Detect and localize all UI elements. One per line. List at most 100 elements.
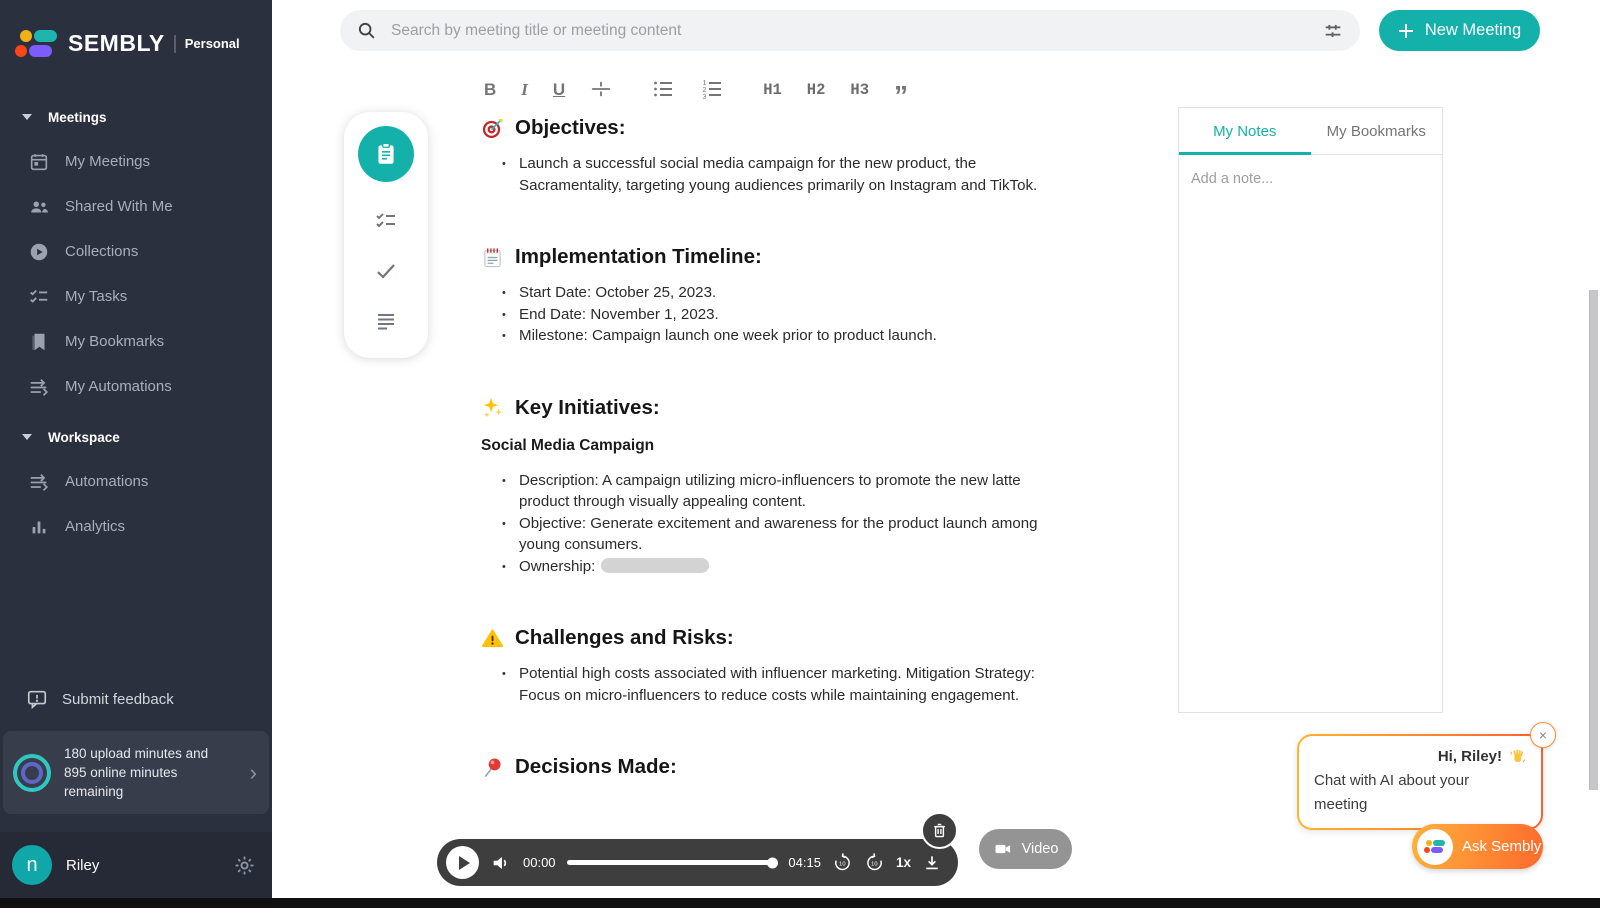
current-time: 00:00 — [523, 855, 556, 870]
submit-feedback-button[interactable]: Submit feedback — [0, 677, 272, 721]
transcript-view-button[interactable] — [374, 310, 398, 334]
assistant-chat-bubble: Hi, Riley! Chat with AI about your meeti… — [1297, 734, 1543, 830]
sidebar-section-workspace[interactable]: Workspace — [0, 415, 272, 459]
volume-icon — [490, 852, 512, 874]
volume-button[interactable] — [490, 852, 512, 874]
playback-speed-button[interactable]: 1x — [896, 855, 911, 870]
sidebar-item-collections[interactable]: Collections — [0, 229, 272, 274]
sidebar-item-analytics[interactable]: Analytics — [0, 504, 272, 549]
note-input-area[interactable]: Add a note... — [1179, 155, 1442, 712]
feedback-icon — [26, 688, 48, 710]
chevron-down-icon — [22, 114, 32, 120]
sidebar-item-my-bookmarks[interactable]: My Bookmarks — [0, 319, 272, 364]
user-account-row[interactable]: n Riley — [0, 832, 272, 898]
forward-10-button[interactable]: 10 — [864, 852, 885, 873]
bullet-item: End Date: November 1, 2023. — [519, 304, 1067, 326]
delete-recording-button[interactable] — [921, 812, 958, 849]
chevron-down-icon — [22, 434, 32, 440]
underline-button[interactable]: U — [553, 80, 565, 100]
tasks-view-button[interactable] — [374, 209, 398, 233]
heading1-button[interactable]: H1 — [763, 81, 782, 99]
bullet-item: Description: A campaign utilizing micro-… — [519, 470, 1067, 513]
numbered-list-button[interactable]: 123 — [700, 77, 724, 104]
bulleted-list-button[interactable] — [651, 77, 675, 104]
svg-text:2: 2 — [703, 87, 707, 94]
video-toggle-button[interactable]: Video — [979, 829, 1072, 869]
brand-logo[interactable]: SEMBLY Personal — [0, 0, 272, 57]
section-heading: Challenges and Risks: — [481, 626, 1067, 650]
checkmark-icon — [374, 259, 398, 283]
seek-bar[interactable] — [567, 860, 778, 865]
section-heading: Key Initiatives: — [481, 396, 1067, 420]
section-objectives: Objectives: Launch a successful social m… — [481, 116, 1067, 196]
tab-my-notes[interactable]: My Notes — [1179, 108, 1311, 154]
bulleted-list-icon — [651, 77, 675, 101]
play-button[interactable] — [446, 846, 479, 879]
search-input[interactable] — [391, 22, 1309, 40]
minutes-remaining-text: 180 upload minutes and 895 online minute… — [64, 744, 216, 801]
sidebar-nav: Meetings My Meetings Shared With Me Coll… — [0, 95, 272, 549]
tab-my-bookmarks[interactable]: My Bookmarks — [1311, 108, 1443, 154]
plus-icon — [1398, 23, 1414, 39]
new-meeting-button[interactable]: New Meeting — [1379, 10, 1540, 51]
wave-icon — [1508, 748, 1526, 766]
sidebar-item-my-meetings[interactable]: My Meetings — [0, 139, 272, 184]
download-button[interactable] — [922, 853, 942, 873]
download-icon — [922, 853, 942, 873]
video-camera-icon — [993, 839, 1013, 859]
rewind-10-icon: 10 — [832, 852, 853, 873]
seek-thumb[interactable] — [767, 857, 778, 868]
sidebar-item-my-tasks[interactable]: My Tasks — [0, 274, 272, 319]
blockquote-button[interactable]: ” — [894, 79, 908, 101]
sparkles-icon — [481, 396, 504, 419]
duration: 04:15 — [788, 855, 821, 870]
strikethrough-button[interactable] — [590, 78, 612, 103]
section-key-initiatives: Key Initiatives: Social Media Campaign D… — [481, 396, 1067, 578]
minutes-progress-icon — [13, 754, 51, 792]
close-icon: × — [1539, 727, 1547, 743]
automation-icon — [28, 376, 50, 398]
search-bar[interactable] — [340, 10, 1360, 51]
sidebar-item-my-automations[interactable]: My Automations — [0, 364, 272, 409]
chat-message: Chat with AI about your meeting — [1314, 769, 1526, 817]
minutes-remaining-card[interactable]: 180 upload minutes and 895 online minute… — [3, 731, 269, 814]
section-heading: Decisions Made: — [481, 755, 1067, 779]
vertical-scrollbar[interactable] — [1589, 290, 1598, 790]
sidebar-section-meetings[interactable]: Meetings — [0, 95, 272, 139]
close-chat-button[interactable]: × — [1530, 722, 1556, 748]
section-heading: Objectives: — [481, 116, 1067, 140]
ask-sembly-button[interactable]: Ask Sembly — [1412, 824, 1543, 869]
rewind-10-button[interactable]: 10 — [832, 852, 853, 873]
bullet-item: Start Date: October 25, 2023. — [519, 282, 1067, 304]
format-toolbar: B I U 123 H1 H2 H3 ” — [484, 72, 908, 108]
calendar-icon — [28, 151, 50, 173]
search-filter-button[interactable] — [1322, 20, 1344, 42]
bar-chart-icon — [28, 516, 50, 538]
audio-player: 00:00 04:15 10 10 1x — [437, 839, 958, 886]
automation-icon — [28, 471, 50, 493]
sidebar-item-shared-with-me[interactable]: Shared With Me — [0, 184, 272, 229]
meeting-view-switcher — [344, 112, 428, 358]
heading2-button[interactable]: H2 — [807, 81, 826, 99]
people-icon — [28, 196, 50, 218]
bold-button[interactable]: B — [484, 80, 496, 100]
bullet-item: Milestone: Campaign launch one week prio… — [519, 325, 1067, 347]
target-icon — [481, 117, 504, 140]
heading3-button[interactable]: H3 — [850, 81, 869, 99]
pushpin-icon — [481, 756, 504, 779]
app-window: SEMBLY Personal Meetings My Meetings Sha… — [0, 0, 1600, 908]
sembly-logo-icon — [20, 30, 57, 57]
italic-button[interactable]: I — [521, 80, 528, 100]
section-implementation-timeline: Implementation Timeline: Start Date: Oct… — [481, 245, 1067, 347]
decisions-view-button[interactable] — [374, 259, 398, 283]
forward-10-icon: 10 — [864, 852, 885, 873]
svg-text:10: 10 — [839, 861, 845, 867]
sidebar-item-automations[interactable]: Automations — [0, 459, 272, 504]
meeting-notes-document[interactable]: Objectives: Launch a successful social m… — [481, 116, 1067, 828]
bullet-item: Launch a successful social media campaig… — [519, 153, 1067, 196]
settings-gear-button[interactable] — [233, 854, 256, 877]
avatar: n — [12, 845, 52, 885]
gear-icon — [233, 854, 256, 877]
bullet-item: Potential high costs associated with inf… — [519, 663, 1067, 706]
notes-view-button[interactable] — [358, 126, 414, 182]
